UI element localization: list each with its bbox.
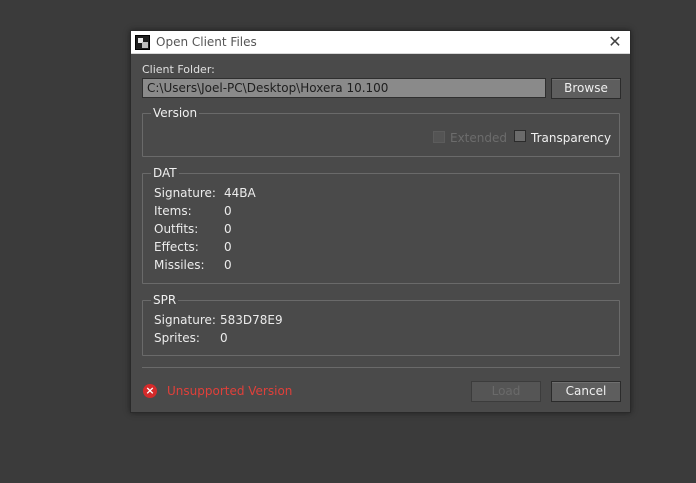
status-message: Unsupported Version <box>167 384 293 398</box>
extended-label: Extended <box>450 131 507 145</box>
version-group: Version Extended Transparency <box>142 106 620 157</box>
dat-items-value: 0 <box>224 204 232 218</box>
dat-group: DAT Signature: 44BA Items: 0 Outfits: 0 … <box>142 166 620 284</box>
browse-button[interactable]: Browse <box>551 78 621 99</box>
load-button[interactable]: Load <box>471 381 541 402</box>
close-icon[interactable]: ✕ <box>606 33 624 51</box>
dat-missiles-key: Missiles: <box>154 258 205 272</box>
dat-items-key: Items: <box>154 204 192 218</box>
transparency-label: Transparency <box>531 131 612 145</box>
extended-checkbox[interactable] <box>433 131 445 143</box>
client-folder-label: Client Folder: <box>142 63 215 76</box>
spr-sprites-value: 0 <box>220 331 228 345</box>
dat-outfits-value: 0 <box>224 222 232 236</box>
spr-signature-key: Signature: <box>154 313 216 327</box>
dat-missiles-value: 0 <box>224 258 232 272</box>
footer-divider <box>142 367 620 368</box>
dat-signature-key: Signature: <box>154 186 216 200</box>
cancel-button[interactable]: Cancel <box>551 381 621 402</box>
dat-signature-value: 44BA <box>224 186 256 200</box>
spr-group-title: SPR <box>151 293 179 307</box>
app-icon <box>135 35 150 50</box>
spr-signature-value: 583D78E9 <box>220 313 283 327</box>
window-title: Open Client Files <box>156 35 257 49</box>
client-folder-path-input[interactable]: C:\Users\Joel-PC\Desktop\Hoxera 10.100 <box>142 78 546 98</box>
open-client-files-dialog: Open Client Files ✕ Client Folder: C:\Us… <box>130 30 631 413</box>
version-group-title: Version <box>151 106 200 120</box>
dat-effects-value: 0 <box>224 240 232 254</box>
spr-group: SPR Signature: 583D78E9 Sprites: 0 <box>142 293 620 356</box>
transparency-checkbox[interactable] <box>514 130 526 142</box>
dat-outfits-key: Outfits: <box>154 222 199 236</box>
spr-sprites-key: Sprites: <box>154 331 200 345</box>
error-icon: × <box>143 384 157 398</box>
title-bar[interactable]: Open Client Files ✕ <box>131 31 630 54</box>
dat-group-title: DAT <box>151 166 179 180</box>
dat-effects-key: Effects: <box>154 240 199 254</box>
